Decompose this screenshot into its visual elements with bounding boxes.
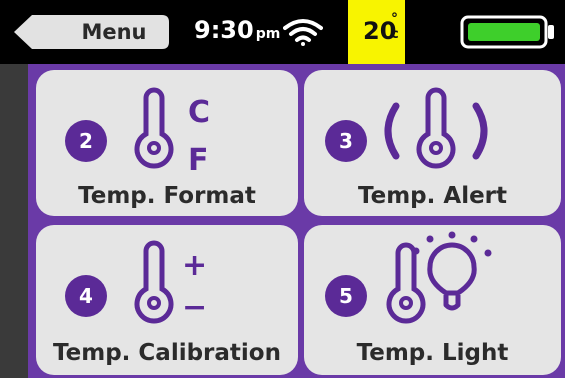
temperature-indicator: 20 ° c <box>348 0 405 64</box>
temp-alert-tile[interactable]: 3 Temp. Alert <box>304 70 561 216</box>
tile-number-badge: 2 <box>65 120 107 162</box>
temp-light-tile[interactable]: 5 Temp. Light <box>304 225 561 375</box>
minus-sign: − <box>182 290 207 325</box>
temperature-unit: c <box>391 27 399 42</box>
tile-number-badge: 5 <box>325 275 367 317</box>
tile-label: Temp. Alert <box>357 183 508 209</box>
thermometer-plus-minus-icon: + − <box>134 240 207 325</box>
tile-label: Temp. Light <box>356 340 509 366</box>
wifi-icon <box>283 19 323 46</box>
celsius-letter: C <box>188 95 210 130</box>
tile-label: Temp. Format <box>78 183 256 209</box>
thermometer-celsius-fahrenheit-icon: C F <box>134 87 210 174</box>
device-screen: Menu 9:30 pm 20 ° c 2 C F Temp. Format 3… <box>0 0 565 378</box>
side-strip <box>0 64 28 378</box>
settings-grid: 2 C F Temp. Format 3 Temp. Alert 4 + − T… <box>0 64 565 378</box>
temperature-degree-symbol: ° <box>391 11 398 27</box>
plus-sign: + <box>182 248 207 283</box>
tile-number-badge: 4 <box>65 275 107 317</box>
temp-calibration-tile[interactable]: 4 + − Temp. Calibration <box>36 225 298 375</box>
clock-ampm: pm <box>255 26 281 42</box>
thermometer-alert-icon <box>384 87 488 169</box>
temp-format-tile[interactable]: 2 C F Temp. Format <box>36 70 298 216</box>
menu-back-button[interactable]: Menu <box>12 14 170 50</box>
clock: 9:30 pm <box>194 16 280 48</box>
clock-time: 9:30 <box>194 16 254 44</box>
battery-full-icon <box>460 15 554 49</box>
menu-label: Menu <box>81 20 147 44</box>
status-bar: Menu 9:30 pm 20 ° c <box>0 0 565 64</box>
thermometer-light-bulb-icon <box>386 231 492 324</box>
tile-number-badge: 3 <box>325 120 367 162</box>
fahrenheit-letter: F <box>188 143 209 174</box>
tile-label: Temp. Calibration <box>53 340 281 366</box>
